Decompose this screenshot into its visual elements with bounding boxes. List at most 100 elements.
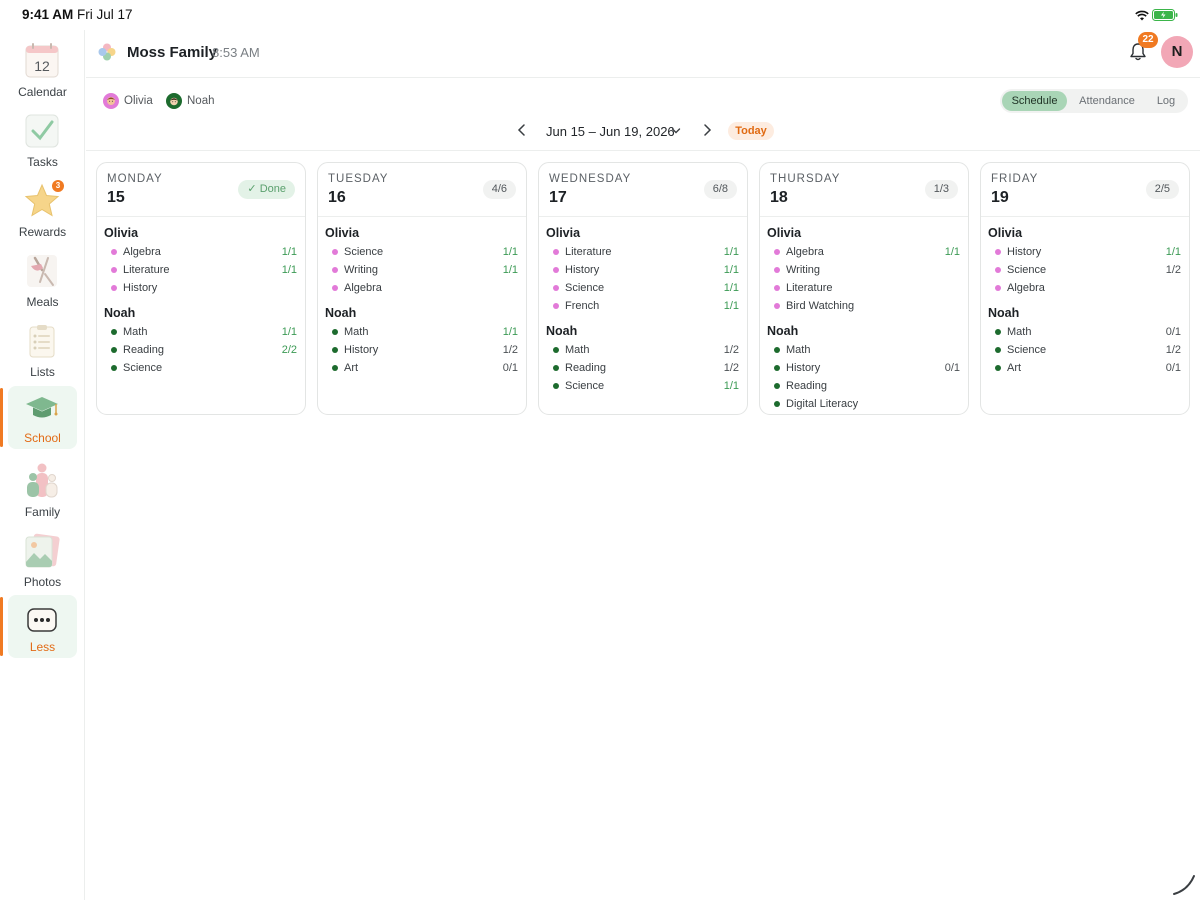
tab-schedule[interactable]: Schedule [1002, 91, 1067, 111]
subject-row[interactable]: Science 1/1 [318, 243, 526, 261]
subject-row[interactable]: History 1/1 [981, 243, 1189, 261]
subject-row[interactable]: Science 1/2 [981, 261, 1189, 279]
subject-progress: 1/1 [944, 246, 960, 258]
subject-row[interactable]: Writing [760, 261, 968, 279]
subject-progress: 0/1 [1165, 326, 1181, 338]
child-name: Olivia [124, 95, 153, 107]
subject-progress: 0/1 [502, 362, 518, 374]
subject-row[interactable]: Math 1/1 [318, 323, 526, 341]
date-range[interactable]: Jun 15 – Jun 19, 2026 [546, 124, 675, 139]
sidebar-item-label: Calendar [18, 85, 67, 99]
subject-row[interactable]: Reading 1/2 [539, 359, 747, 377]
subject-row[interactable]: History 0/1 [760, 359, 968, 377]
tab-log[interactable]: Log [1147, 91, 1185, 111]
day-number: 19 [991, 189, 1009, 206]
sidebar-item-calendar[interactable]: 12 Calendar [8, 40, 77, 103]
day-body: Olivia Literature 1/1 History 1/1 Science 1/1 F… [539, 225, 747, 395]
subject-row[interactable]: History 1/1 [539, 261, 747, 279]
child-chip-noah[interactable]: Noah [166, 92, 215, 110]
subject-row[interactable]: Reading [760, 377, 968, 395]
subject-row[interactable]: Algebra 1/1 [760, 243, 968, 261]
subject-progress: 1/2 [1165, 344, 1181, 356]
subject-row[interactable]: Bird Watching [760, 297, 968, 315]
day-body: Olivia Algebra 1/1 Writing Literature Bird Wa… [760, 225, 968, 413]
subject-row[interactable]: Literature 1/1 [97, 261, 305, 279]
subject-row[interactable]: French 1/1 [539, 297, 747, 315]
child-chip-olivia[interactable]: Olivia [103, 92, 153, 110]
meals-icon [27, 255, 57, 287]
child-heading: Noah [767, 324, 799, 338]
subject-row[interactable]: Science 1/1 [539, 279, 747, 297]
subject-row[interactable]: Math 1/1 [97, 323, 305, 341]
day-body: Olivia Science 1/1 Writing 1/1 Algebra Noah Mat… [318, 225, 526, 377]
family-name: Moss Family [127, 44, 218, 61]
day-name: MONDAY [107, 173, 163, 185]
subject-name: Reading [565, 362, 606, 374]
sidebar-item-family[interactable]: Family [8, 460, 77, 523]
photos-icon [25, 533, 60, 568]
subject-row[interactable]: Math 1/2 [539, 341, 747, 359]
notification-badge: 22 [1138, 32, 1158, 48]
subject-dot [332, 249, 338, 255]
user-avatar[interactable]: N [1161, 36, 1193, 68]
subject-row[interactable]: Math [760, 341, 968, 359]
day-card-wednesday[interactable]: WEDNESDAY 17 6/8 Olivia Literature 1/1 History… [538, 162, 748, 415]
chevron-left-icon[interactable] [516, 123, 528, 137]
subject-row[interactable]: Math 0/1 [981, 323, 1189, 341]
subject-row[interactable]: Science [97, 359, 305, 377]
subject-name: Algebra [123, 246, 161, 258]
sidebar-item-less[interactable]: Less [0, 595, 77, 658]
day-card-friday[interactable]: FRIDAY 19 2/5 Olivia History 1/1 Science 1/2 Alg… [980, 162, 1190, 415]
tab-attendance[interactable]: Attendance [1071, 91, 1143, 111]
day-name: WEDNESDAY [549, 173, 632, 185]
graduation-cap-icon [26, 397, 58, 418]
child-name: Noah [187, 95, 215, 107]
subject-name: Science [565, 282, 605, 294]
subject-row[interactable]: Digital Literacy [760, 395, 968, 413]
resize-handle-icon [1173, 875, 1195, 895]
sidebar-item-meals[interactable]: Meals [8, 250, 77, 313]
day-number: 18 [770, 189, 788, 206]
subject-row[interactable]: Reading 2/2 [97, 341, 305, 359]
sidebar-item-lists[interactable]: Lists [8, 320, 77, 383]
subject-name: History [786, 362, 821, 374]
subject-progress: 1/2 [723, 362, 739, 374]
sidebar-item-label: School [24, 431, 61, 445]
today-button[interactable]: Today [728, 122, 774, 140]
subject-row[interactable]: Literature [760, 279, 968, 297]
subject-row[interactable]: Art 0/1 [981, 359, 1189, 377]
day-card-tuesday[interactable]: TUESDAY 16 4/6 Olivia Science 1/1 Writing 1/1 Al… [317, 162, 527, 415]
subject-progress: 1/2 [723, 344, 739, 356]
active-indicator [0, 388, 3, 447]
day-progress-badge: 4/6 [482, 180, 516, 199]
subject-row[interactable]: Algebra [318, 279, 526, 297]
sidebar-item-photos[interactable]: Photos [8, 530, 77, 593]
subject-dot [553, 249, 559, 255]
sidebar-item-rewards[interactable]: 3 Rewards [8, 180, 77, 243]
subject-dot [995, 329, 1001, 335]
subject-row[interactable]: Science 1/1 [539, 377, 747, 395]
subject-progress: 1/2 [502, 344, 518, 356]
chevron-down-icon[interactable] [671, 127, 681, 135]
subject-dot [995, 365, 1001, 371]
day-card-thursday[interactable]: THURSDAY 18 1/3 Olivia Algebra 1/1 Writing Lite… [759, 162, 969, 415]
subject-row[interactable]: History 1/2 [318, 341, 526, 359]
subject-row[interactable]: Writing 1/1 [318, 261, 526, 279]
subject-row[interactable]: Art 0/1 [318, 359, 526, 377]
day-card-monday[interactable]: MONDAY 15 ✓ Done Olivia Algebra 1/1 Literature… [96, 162, 306, 415]
subject-name: Art [344, 362, 359, 374]
subject-row[interactable]: Science 1/2 [981, 341, 1189, 359]
active-indicator [0, 597, 3, 656]
subject-row[interactable]: History [97, 279, 305, 297]
rewards-badge: 3 [52, 180, 64, 192]
sidebar-item-school[interactable]: School [0, 386, 77, 449]
day-header: TUESDAY 16 4/6 [318, 163, 526, 217]
subject-row[interactable]: Algebra [981, 279, 1189, 297]
subject-row[interactable]: Literature 1/1 [539, 243, 747, 261]
subject-name: History [123, 282, 158, 294]
chevron-right-icon[interactable] [701, 123, 713, 137]
subject-progress: 1/1 [723, 282, 739, 294]
day-name: TUESDAY [328, 173, 389, 185]
subject-row[interactable]: Algebra 1/1 [97, 243, 305, 261]
calendar-icon: 12 [25, 43, 59, 78]
